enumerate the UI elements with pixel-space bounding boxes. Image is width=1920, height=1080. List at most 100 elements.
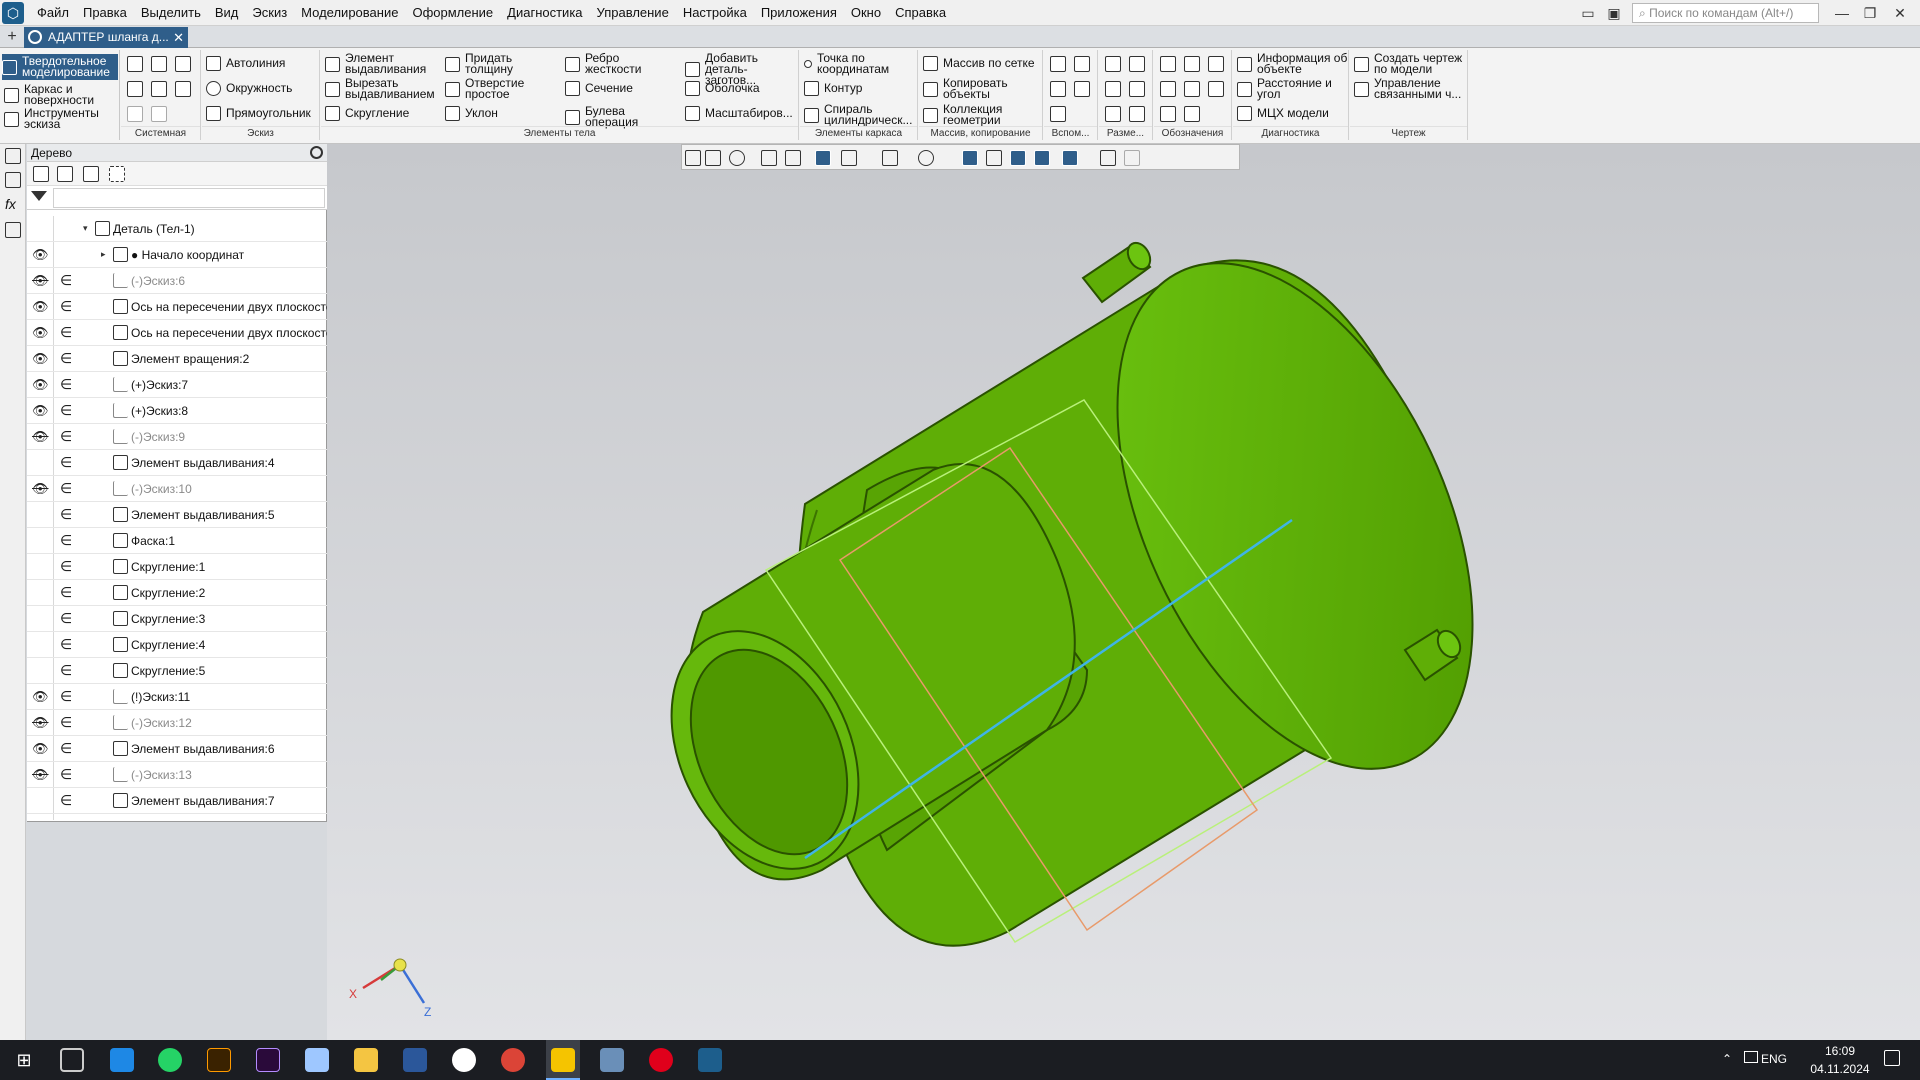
3d-model-view[interactable]: X Z — [327, 170, 1920, 1040]
menu-diagnostics[interactable]: Диагностика — [500, 0, 589, 26]
eye-hidden-icon[interactable]: 👁 — [32, 429, 50, 444]
view-arrow-icon[interactable] — [1184, 106, 1200, 122]
document-tab[interactable]: АДАПТЕР шланга д... ✕ — [24, 27, 188, 48]
screen-icon[interactable]: ▣ — [1600, 2, 1628, 24]
eye-icon[interactable]: 👁 — [32, 351, 50, 366]
relation-icon[interactable]: ∈ — [60, 350, 72, 367]
eye-hidden-icon[interactable]: 👁 — [32, 767, 50, 782]
relation-icon[interactable]: ∈ — [60, 610, 72, 627]
language-indicator[interactable]: ENG — [1761, 1052, 1787, 1066]
boolean-button[interactable]: Булева операция — [565, 105, 660, 128]
tools-app-icon[interactable] — [354, 1048, 378, 1072]
shell-button[interactable]: Оболочка — [685, 81, 797, 96]
tray-chevron-icon[interactable]: ⌃ — [1722, 1052, 1732, 1066]
menu-settings[interactable]: Настройка — [676, 0, 754, 26]
tree-view-icon[interactable] — [83, 166, 99, 182]
tree-row[interactable]: 👁 ▸ ● Начало координат — [27, 242, 327, 268]
extrude-button[interactable]: Элемент выдавливания — [325, 52, 437, 75]
relation-icon[interactable]: ∈ — [60, 376, 72, 393]
relation-icon[interactable]: ∈ — [60, 506, 72, 523]
relation-icon[interactable]: ∈ — [60, 428, 72, 445]
aux-axis-icon[interactable] — [1074, 56, 1090, 72]
filter-view-icon[interactable] — [1062, 150, 1078, 166]
cut-line-icon[interactable] — [1160, 106, 1176, 122]
clock-time[interactable]: 16:09 — [1818, 1044, 1862, 1058]
tree-row[interactable]: 👁 ∈ (+)Эскиз:7 — [27, 372, 327, 398]
autoline-button[interactable]: Автолиния — [206, 56, 285, 71]
menu-help[interactable]: Справка — [888, 0, 953, 26]
relation-icon[interactable]: ∈ — [60, 558, 72, 575]
minimize-button[interactable]: — — [1828, 2, 1856, 24]
tree-row[interactable]: 👁 ∈ Ось на пересечении двух плоскостей — [27, 294, 327, 320]
tolerance-icon[interactable] — [1160, 81, 1176, 97]
menu-sketch[interactable]: Эскиз — [245, 0, 294, 26]
pan-icon[interactable] — [761, 150, 777, 166]
relation-icon[interactable]: ∈ — [60, 688, 72, 705]
tree-row[interactable]: 👁 ∈ (-)Эскиз:12 — [27, 710, 327, 736]
redo-icon[interactable] — [151, 106, 167, 122]
mode-sketch-tools[interactable]: Инструменты эскиза — [4, 107, 114, 130]
radial-dim-icon[interactable] — [1105, 81, 1121, 97]
circle-button[interactable]: Окружность — [206, 81, 292, 96]
cylindrical-spiral-button[interactable]: Спираль цилиндрическ... — [804, 103, 914, 126]
open-folder-icon[interactable] — [151, 56, 167, 72]
eye-icon[interactable]: 👁 — [32, 689, 50, 704]
mode-wireframe-surfaces[interactable]: Каркас и поверхности — [4, 83, 114, 106]
eye-icon[interactable]: 👁 — [32, 325, 50, 340]
tree-row[interactable]: ∈ Скругление:4 — [27, 632, 327, 658]
kompas-icon[interactable] — [698, 1048, 722, 1072]
aux-plane-icon[interactable] — [1050, 56, 1066, 72]
zoom-icon[interactable] — [729, 150, 745, 166]
tree-row[interactable]: ∈ Элемент выдавливания:4 — [27, 450, 327, 476]
angle-dim-icon[interactable] — [1129, 81, 1145, 97]
restore-button[interactable]: ❐ — [1856, 2, 1884, 24]
network-icon[interactable] — [1744, 1051, 1758, 1063]
panel-layout-icon[interactable]: ▭ — [1574, 2, 1602, 24]
tree-row[interactable]: ∈ Скругление:2 — [27, 580, 327, 606]
filter-icon[interactable] — [31, 191, 47, 201]
shaded-view-icon[interactable] — [815, 150, 831, 166]
notepad-icon[interactable] — [305, 1048, 329, 1072]
draft-button[interactable]: Уклон — [445, 106, 540, 121]
eye-icon[interactable]: 👁 — [32, 403, 50, 418]
command-search-input[interactable]: ⌕ Поиск по командам (Alt+/) — [1632, 3, 1819, 23]
eye-hidden-icon[interactable]: 👁 — [32, 481, 50, 496]
menu-design[interactable]: Оформление — [405, 0, 500, 26]
diameter-dim-icon[interactable] — [1129, 56, 1145, 72]
relation-icon[interactable]: ∈ — [60, 584, 72, 601]
clock-date[interactable]: 04.11.2024 — [1806, 1062, 1874, 1076]
tree-row[interactable]: ∈ Элемент выдавливания:7 — [27, 788, 327, 814]
menu-view[interactable]: Вид — [208, 0, 246, 26]
premiere-icon[interactable] — [256, 1048, 280, 1072]
snap-icon[interactable] — [1010, 150, 1026, 166]
measure-icon[interactable] — [1100, 150, 1116, 166]
fillet-button[interactable]: Скругление — [325, 106, 437, 121]
file-explorer-icon[interactable] — [551, 1048, 575, 1072]
linear-dim-icon[interactable] — [1105, 56, 1121, 72]
undo-icon[interactable] — [127, 106, 143, 122]
tree-structure-icon[interactable] — [33, 166, 49, 182]
tree-row[interactable]: ∈ Скругление:3 — [27, 606, 327, 632]
app-logo-icon[interactable]: ⬡ — [2, 2, 24, 24]
point-by-coords-button[interactable]: Точка по координатам — [804, 52, 914, 75]
relation-icon[interactable]: ∈ — [60, 402, 72, 419]
pen-icon[interactable] — [1124, 150, 1140, 166]
tree-row[interactable]: 👁 ∈ (!)Эскиз:11 — [27, 684, 327, 710]
relation-icon[interactable]: ∈ — [60, 662, 72, 679]
tree-row[interactable]: ∈ Элемент выдавливания:5 — [27, 502, 327, 528]
auto-dim-icon[interactable] — [1105, 106, 1121, 122]
tree-row[interactable]: ∈ Скругление:5 — [27, 658, 327, 684]
menu-apps[interactable]: Приложения — [754, 0, 844, 26]
menu-file[interactable]: Файл — [30, 0, 76, 26]
tree-row[interactable]: ∈ Фаска:1 — [27, 528, 327, 554]
save-icon[interactable] — [175, 56, 191, 72]
base-icon[interactable] — [1208, 56, 1224, 72]
tree-row[interactable]: 👁 ∈ Элемент выдавливания:6 — [27, 736, 327, 762]
section-button[interactable]: Сечение — [565, 81, 660, 96]
menu-window[interactable]: Окно — [844, 0, 888, 26]
eye-icon[interactable]: 👁 — [32, 377, 50, 392]
tree-select-icon[interactable] — [109, 166, 125, 182]
relation-icon[interactable]: ∈ — [60, 480, 72, 497]
properties-panel-icon[interactable] — [5, 172, 21, 188]
close-window-button[interactable]: ✕ — [1886, 2, 1914, 24]
